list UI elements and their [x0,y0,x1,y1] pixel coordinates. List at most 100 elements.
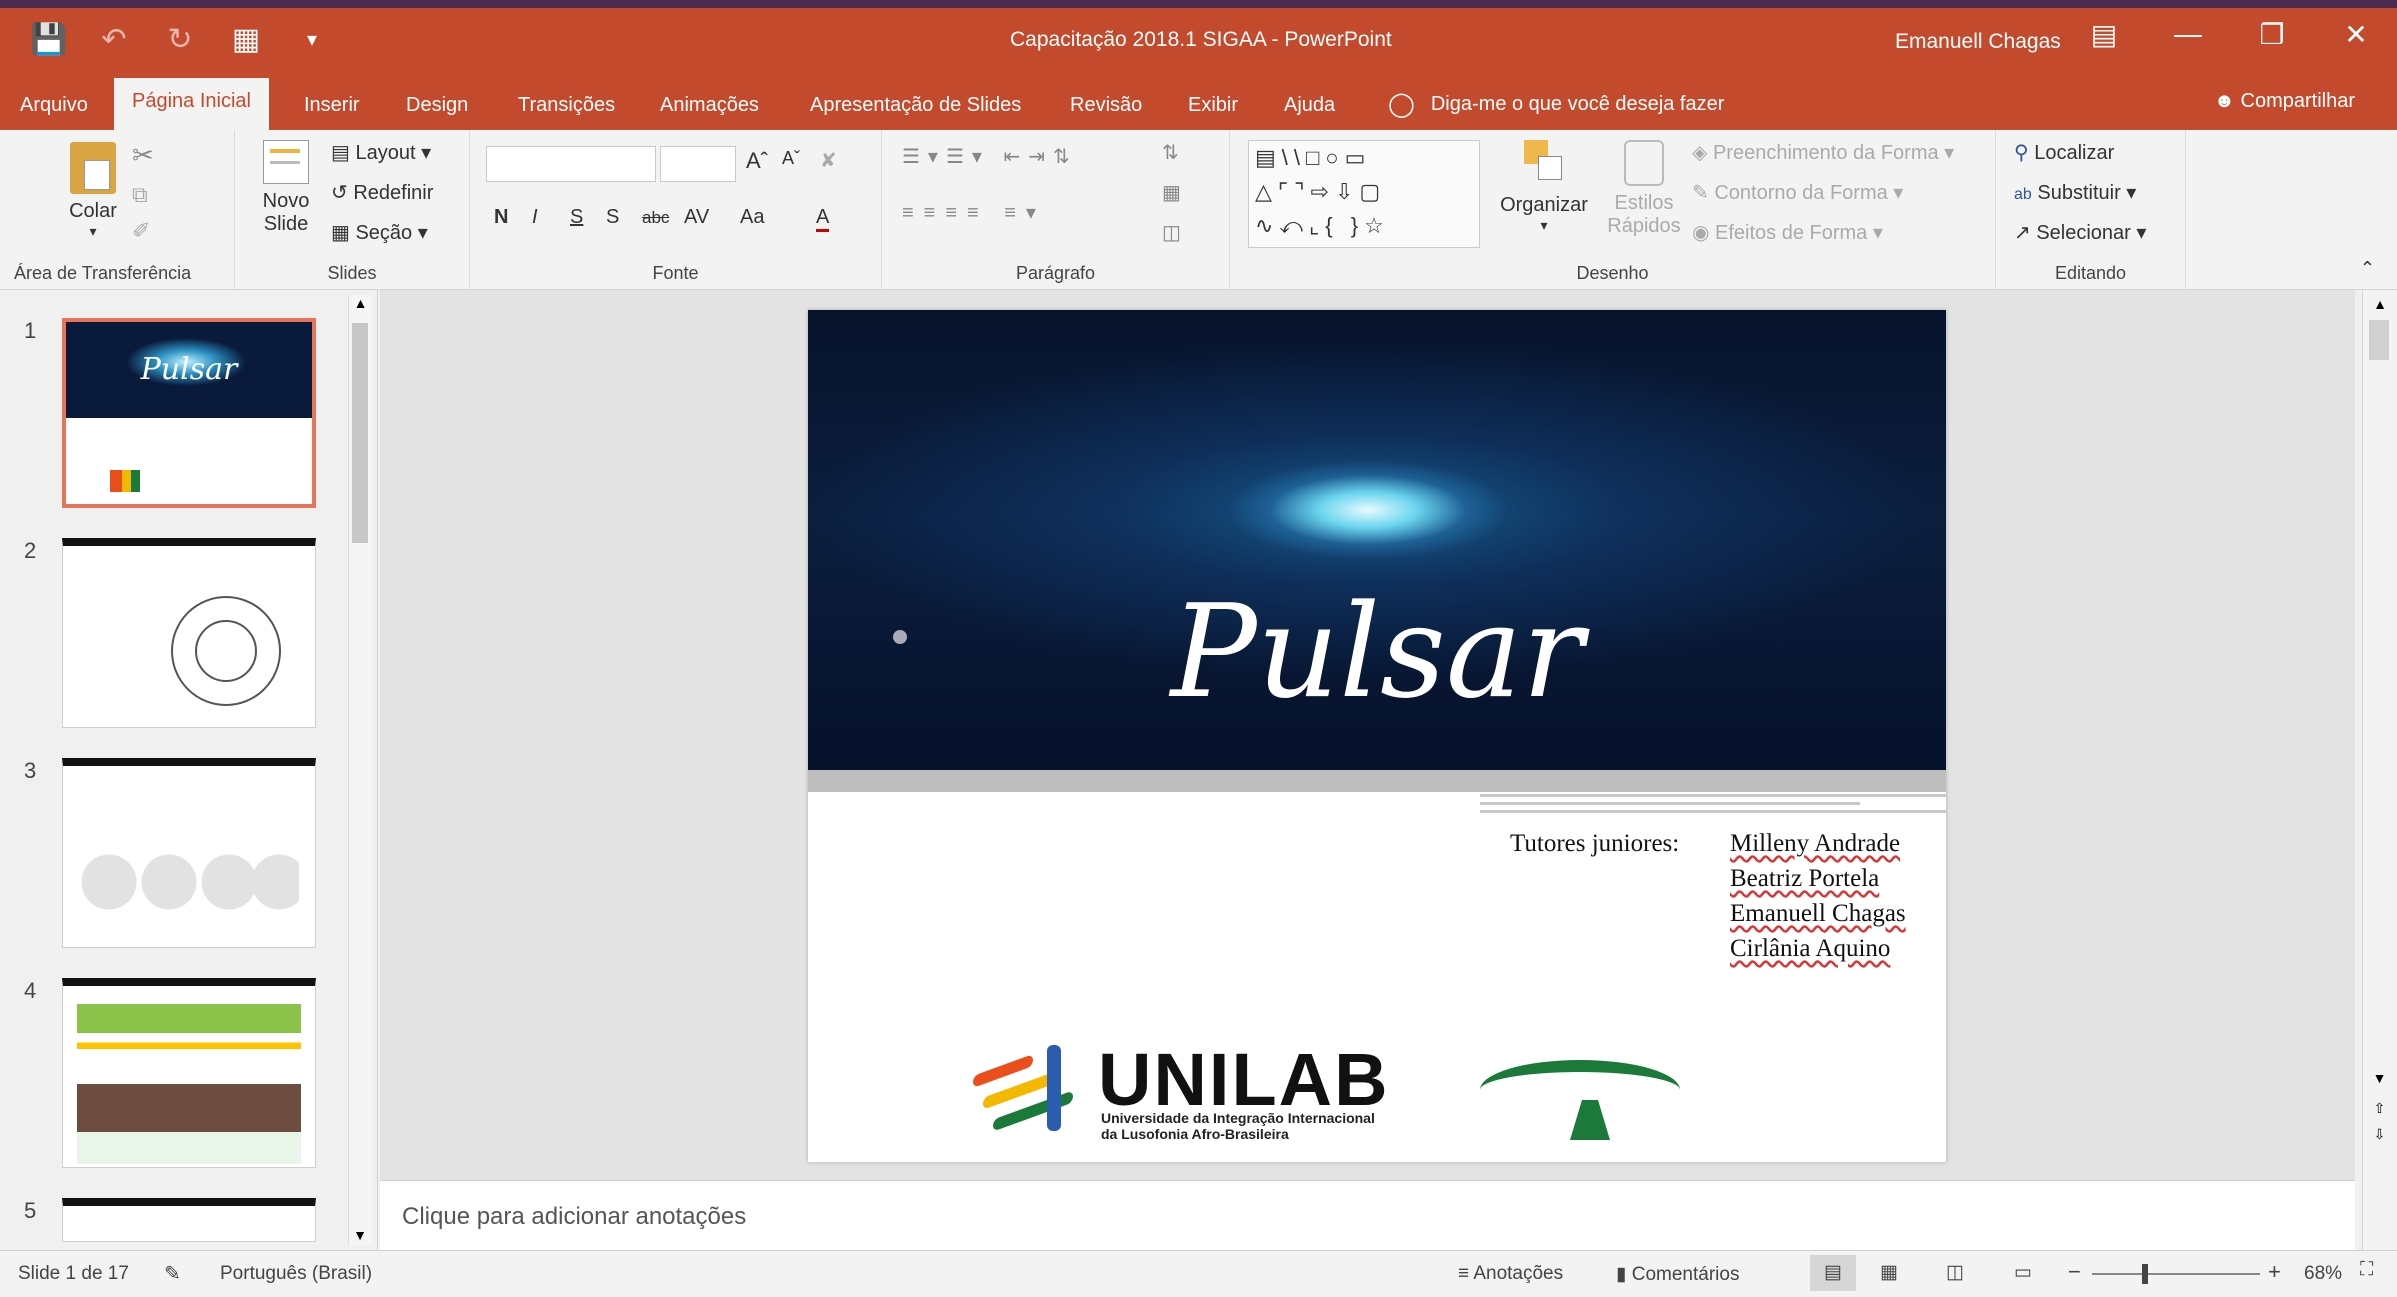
quick-styles-button[interactable]: Estilos Rápidos [1594,140,1694,238]
tutor-name[interactable]: Cirlânia Aquino [1730,935,1890,963]
replace-label: Substituir [2037,182,2121,204]
change-case-button[interactable]: Aa [740,206,764,229]
font-size-combo[interactable] [660,146,736,182]
tab-design[interactable]: Design [402,88,472,128]
tab-pagina-inicial[interactable]: Página Inicial [114,78,269,130]
customize-qat-icon[interactable]: ▾ [294,27,330,52]
notes-pane[interactable]: Clique para adicionar anotações [380,1180,2355,1250]
next-slide-icon[interactable]: ⇩ [2363,1126,2396,1143]
layout-button[interactable]: ▤ Layout ▾ [331,140,431,165]
collapse-ribbon-icon[interactable]: ⌃ [2360,258,2375,279]
thumbnail-slide-1[interactable]: Pulsar [62,318,316,508]
normal-view-icon[interactable]: ▤ [1810,1255,1856,1291]
prev-slide-icon[interactable]: ⇧ [2363,1100,2396,1117]
bold-button[interactable]: N [494,206,508,229]
tab-arquivo[interactable]: Arquivo [16,88,92,128]
shape-outline-button[interactable]: ✎ Contorno da Forma ▾ [1692,180,1903,205]
tab-exibir[interactable]: Exibir [1184,88,1242,128]
smartart-icon[interactable]: ◫ [1162,220,1181,245]
shrink-font-icon[interactable]: Aˇ [782,148,800,169]
paste-button[interactable]: Colar ▾ [58,142,128,240]
shapes-gallery[interactable]: ▤\\□○▭ △⌜⌝⇨⇩▢ ∿⤺⌞{ }☆ [1248,140,1480,248]
thumbnails-scroll-down-icon[interactable]: ▼ [349,1227,371,1243]
zoom-out-icon[interactable]: − [2068,1259,2081,1285]
slide-sorter-icon[interactable]: ▦ [1880,1261,1898,1284]
powerpoint-window: 💾 ↶ ↻ ▦ ▾ Capacitação 2018.1 SIGAA - Pow… [0,0,2397,1297]
editor-scroll-down-icon[interactable]: ▼ [2363,1070,2396,1086]
underline-button[interactable]: S [570,206,583,229]
tutor-name[interactable]: Emanuell Chagas [1730,900,1906,928]
close-icon[interactable]: ✕ [2335,18,2377,51]
ribbon-display-icon[interactable]: ▤ [2083,18,2125,51]
tutors-label[interactable]: Tutores juniores: [1510,830,1679,858]
language-indicator[interactable]: Português (Brasil) [220,1263,372,1285]
reset-button[interactable]: ↺ Redefinir [331,180,433,205]
tab-apresentacao[interactable]: Apresentação de Slides [806,88,1025,128]
thumbnail-slide-3[interactable] [62,758,316,948]
thumbnail-slide-2[interactable] [62,538,316,728]
tutor-name[interactable]: Milleny Andrade [1730,830,1900,858]
thumbnail-slide-5[interactable] [62,1198,316,1242]
editor-scroll-up-icon[interactable]: ▲ [2363,296,2397,312]
format-painter-icon[interactable]: ✐ [132,218,150,244]
status-bar: Slide 1 de 17 ✎ Português (Brasil) ≡ Ano… [0,1250,2397,1297]
tab-animacoes[interactable]: Animações [656,88,763,128]
tab-revisao[interactable]: Revisão [1066,88,1146,128]
copy-icon[interactable]: ⧉ [132,182,148,208]
shadow-button[interactable]: S [606,206,619,229]
tab-inserir[interactable]: Inserir [300,88,364,128]
share-button[interactable]: ☻ Compartilhar [2214,90,2355,113]
char-spacing-button[interactable]: AV [684,206,709,229]
signed-in-user[interactable]: Emanuell Chagas [1895,30,2061,54]
clipboard-icon [70,142,116,194]
fit-to-window-icon[interactable]: ⛶ [2360,1259,2373,1281]
zoom-slider-thumb[interactable] [2142,1264,2148,1284]
reading-view-icon[interactable]: ◫ [1946,1261,1964,1284]
restore-icon[interactable]: ❐ [2251,18,2293,51]
find-button[interactable]: ⚲ Localizar [2014,140,2114,165]
tell-me-box[interactable]: ◯ Diga-me o que você deseja fazer [1388,90,1724,119]
zoom-level[interactable]: 68% [2304,1263,2342,1285]
cut-icon[interactable]: ✂ [132,140,154,171]
text-direction-icon[interactable]: ⇅ [1162,140,1179,165]
zoom-slider[interactable] [2092,1264,2260,1284]
thumbnail-slide-4[interactable] [62,978,316,1168]
arrange-button[interactable]: Organizar ▾ [1494,140,1594,234]
slideshow-icon[interactable]: ▭ [2014,1261,2032,1284]
comments-toggle-button[interactable]: ▮ Comentários [1616,1263,1739,1286]
new-slide-button[interactable]: Novo Slide [251,140,321,236]
editor-scrollbar[interactable]: ▲ ▼ ⇧ ⇩ [2362,290,2397,1250]
list-buttons[interactable]: ☰▾☰▾ ⇤⇥⇅ [902,144,1078,169]
thumbnails-scrollbar[interactable]: ▲ ▼ [348,295,372,1245]
notes-toggle-button[interactable]: ≡ Anotações [1458,1263,1563,1285]
redo-icon[interactable]: ↻ [162,22,198,57]
grow-font-icon[interactable]: Aˆ [746,148,768,174]
replace-button[interactable]: ab Substituir ▾ [2014,180,2136,205]
select-button[interactable]: ↗ Selecionar ▾ [2014,220,2146,245]
clear-format-icon[interactable]: ✘ [820,148,837,173]
thumbnails-scroll-up-icon[interactable]: ▲ [349,295,372,311]
current-slide[interactable]: Pulsar Tutores juniores: Milleny Andrade… [808,310,1946,1162]
arrange-label: Organizar [1500,194,1588,216]
font-name-combo[interactable] [486,146,656,182]
thumbnails-scroll-thumb[interactable] [352,323,368,543]
section-button[interactable]: ▦ Seção ▾ [331,220,428,245]
shape-fill-button[interactable]: ◈ Preenchimento da Forma ▾ [1692,140,1954,165]
undo-icon[interactable]: ↶ [96,22,132,57]
align-buttons[interactable]: ≡≡≡≡ ≡▾ [902,200,1046,225]
italic-button[interactable]: I [532,206,538,229]
tab-ajuda[interactable]: Ajuda [1280,88,1339,128]
save-icon[interactable]: 💾 [30,22,67,57]
minimize-icon[interactable]: — [2167,18,2209,51]
spell-check-icon[interactable]: ✎ [164,1261,181,1286]
font-color-button[interactable]: A [816,206,830,232]
start-presentation-icon[interactable]: ▦ [228,22,264,57]
zoom-in-icon[interactable]: + [2268,1259,2281,1285]
slide-title[interactable]: Pulsar [808,578,1946,727]
align-text-icon[interactable]: ▦ [1162,180,1181,205]
tab-transicoes[interactable]: Transições [514,88,619,128]
shape-effects-button[interactable]: ◉ Efeitos de Forma ▾ [1692,220,1883,245]
tutor-name[interactable]: Beatriz Portela [1730,865,1879,893]
strikethrough-button[interactable]: abc [642,208,669,228]
editor-scroll-thumb[interactable] [2369,320,2389,360]
